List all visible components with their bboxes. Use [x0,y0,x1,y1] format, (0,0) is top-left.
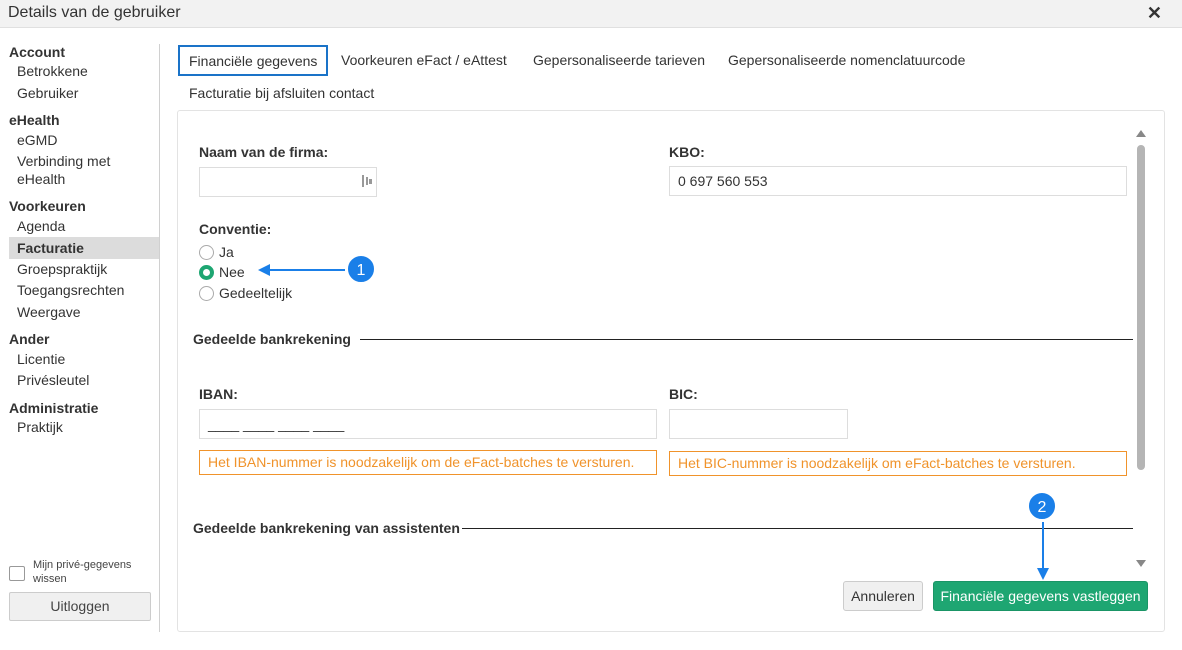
annotation-badge-1: 1 [346,254,376,284]
arrow-2-head [1037,568,1049,580]
annotation-badge-2: 2 [1027,491,1057,521]
arrow-1-head [258,264,270,276]
annotation-arrows [258,264,1049,580]
